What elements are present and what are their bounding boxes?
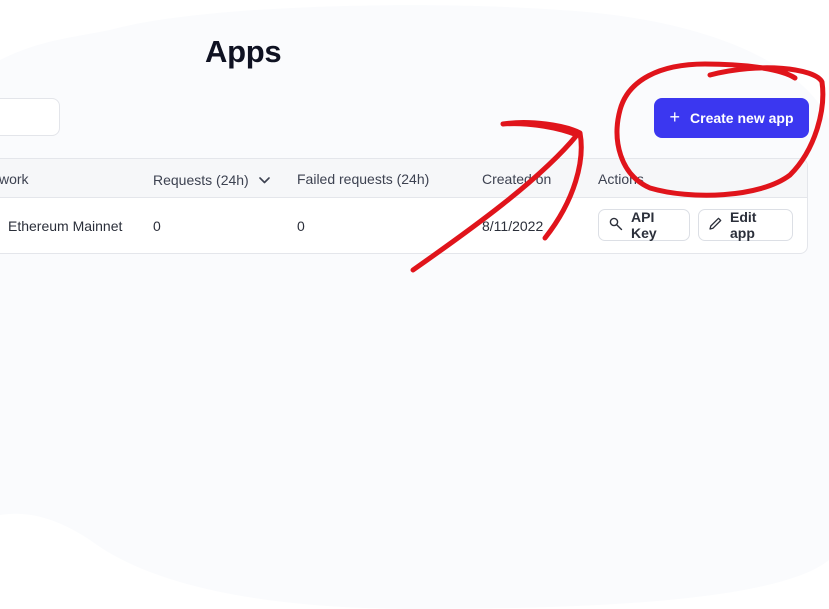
cell-created-on: 8/11/2022 xyxy=(482,218,544,234)
table-header: work Requests (24h) Failed requests (24h… xyxy=(0,159,807,198)
cell-requests: 0 xyxy=(153,218,161,234)
key-icon xyxy=(608,216,624,235)
cell-network: Ethereum Mainnet xyxy=(8,218,123,234)
column-actions: Actions xyxy=(598,171,644,187)
create-new-app-button[interactable]: + Create new app xyxy=(654,98,809,138)
column-created-on: Created on xyxy=(482,171,552,187)
edit-app-button[interactable]: Edit app xyxy=(698,209,793,241)
create-new-app-label: Create new app xyxy=(690,110,794,126)
column-requests-label: Requests (24h) xyxy=(153,172,249,188)
column-network: work xyxy=(0,171,29,187)
apps-table: work Requests (24h) Failed requests (24h… xyxy=(0,158,808,254)
column-requests[interactable]: Requests (24h) xyxy=(153,171,270,188)
column-failed-requests: Failed requests (24h) xyxy=(297,171,430,187)
api-key-button[interactable]: API Key xyxy=(598,209,690,241)
api-key-label: API Key xyxy=(631,209,657,241)
plus-icon: + xyxy=(669,107,681,127)
pencil-icon xyxy=(708,216,723,234)
cell-failed-requests: 0 xyxy=(297,218,305,234)
search-input[interactable] xyxy=(0,98,60,136)
page-title: Apps xyxy=(205,34,282,69)
edit-app-label: Edit app xyxy=(730,209,757,241)
chevron-down-icon xyxy=(258,171,270,187)
